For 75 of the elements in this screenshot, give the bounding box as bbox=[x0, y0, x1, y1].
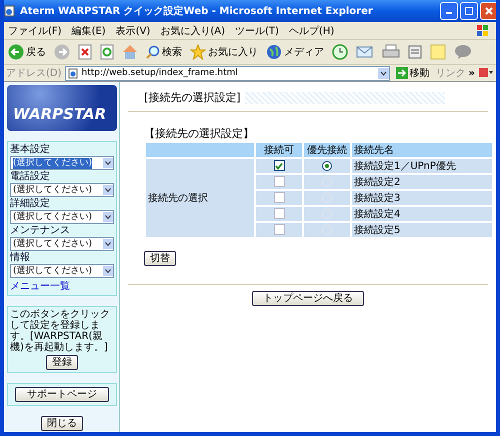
table-cell: 接続設定4 bbox=[352, 207, 492, 221]
table-cell: 接続設定1／UPnP優先 bbox=[352, 159, 492, 173]
close-window-button[interactable]: 閉じる bbox=[41, 416, 83, 431]
close-icon bbox=[485, 7, 493, 15]
page-icon bbox=[68, 68, 79, 78]
note-icon[interactable] bbox=[430, 44, 446, 60]
section-label: 情報 bbox=[10, 252, 31, 264]
select-dropdown[interactable]: (選択してください) bbox=[10, 156, 114, 170]
speech-bubble-icon[interactable] bbox=[454, 44, 472, 60]
search-button[interactable]: 検索 bbox=[146, 45, 182, 59]
minimize-button[interactable] bbox=[440, 2, 458, 20]
column-header: 優先接続 bbox=[304, 143, 350, 157]
menu-item[interactable]: 表示(V) bbox=[116, 24, 150, 38]
history-icon[interactable] bbox=[332, 44, 348, 60]
dropdown-icon[interactable] bbox=[378, 68, 389, 78]
switch-button[interactable]: 切替 bbox=[144, 251, 176, 266]
address-label: アドレス(D) bbox=[6, 67, 62, 80]
more-chevron[interactable]: » bbox=[468, 68, 475, 78]
maximize-icon bbox=[465, 7, 473, 15]
home-icon[interactable] bbox=[122, 44, 138, 60]
window-title: Aterm WARPSTAR クイック設定Web - Microsoft Internet Explorer bbox=[20, 4, 374, 18]
table-cell: 接続設定3 bbox=[352, 191, 492, 205]
logo-text: WARPSTAR bbox=[13, 105, 106, 123]
check-icon bbox=[275, 162, 283, 170]
select-dropdown[interactable]: (選択してください) bbox=[10, 183, 114, 197]
select-dropdown[interactable]: (選択してください) bbox=[10, 210, 114, 224]
select-dropdown[interactable]: (選択してください) bbox=[10, 264, 114, 278]
section-label: 電話設定 bbox=[10, 171, 51, 183]
address-field[interactable]: http://web.setup/index_frame.html bbox=[64, 66, 390, 80]
dropdown-icon bbox=[103, 185, 113, 195]
menu-item[interactable]: お気に入り(A) bbox=[160, 24, 225, 38]
register-button[interactable]: 登録 bbox=[46, 355, 78, 370]
close-button[interactable] bbox=[480, 2, 496, 20]
search-icon bbox=[146, 45, 160, 59]
media-button[interactable]: メディア bbox=[266, 44, 324, 60]
section-label: メンテナンス bbox=[10, 225, 71, 237]
checkbox[interactable] bbox=[274, 160, 284, 172]
printer-icon[interactable] bbox=[382, 44, 400, 60]
menu-item[interactable]: ツール(T) bbox=[235, 24, 279, 38]
toolbar-icon[interactable] bbox=[478, 67, 494, 79]
stop-icon[interactable] bbox=[78, 44, 92, 60]
support-page-button[interactable]: サポートページ bbox=[15, 387, 109, 402]
refresh-icon[interactable] bbox=[100, 44, 114, 60]
table-cell: 接続設定2 bbox=[352, 175, 492, 189]
radio-button[interactable] bbox=[322, 160, 332, 171]
column-header: 接続可 bbox=[256, 143, 302, 157]
section-label: 基本設定 bbox=[10, 144, 51, 156]
right-arrow-icon bbox=[396, 67, 408, 79]
favorites-button[interactable]: お気に入り bbox=[190, 44, 258, 60]
register-note: このボタンをクリックして設定を登録します。[WARPSTAR(親機)を再起動します。] bbox=[10, 309, 111, 353]
dropdown-icon bbox=[103, 158, 113, 168]
mail-icon[interactable] bbox=[356, 44, 374, 60]
maximize-button[interactable] bbox=[460, 2, 478, 20]
menu-item[interactable]: 編集(E) bbox=[72, 24, 106, 38]
back-to-top-button[interactable]: トップページへ戻る bbox=[252, 291, 364, 306]
back-button[interactable]: 戻る bbox=[8, 44, 46, 60]
go-button[interactable]: 移動 bbox=[392, 66, 433, 80]
row-header: 接続先の選択 bbox=[146, 159, 254, 237]
column-header: 接続先名 bbox=[352, 143, 492, 157]
menu-item[interactable]: ヘルプ(H) bbox=[288, 24, 334, 38]
menu-list-link[interactable]: メニュー一覧 bbox=[10, 279, 114, 293]
dropdown-icon bbox=[103, 239, 113, 249]
document-icon[interactable] bbox=[408, 44, 422, 60]
windows-logo-icon bbox=[476, 24, 490, 38]
dropdown-icon bbox=[103, 212, 113, 222]
page-title: [接続先の選択設定] bbox=[144, 90, 241, 105]
table-cell: 接続設定5 bbox=[352, 223, 492, 237]
page-icon bbox=[4, 5, 16, 17]
globe-icon bbox=[266, 44, 282, 60]
section-title: 【接続先の選択設定】 bbox=[144, 126, 254, 141]
dropdown-icon bbox=[103, 266, 113, 276]
section-label: 詳細設定 bbox=[10, 198, 51, 210]
menu-item[interactable]: ファイル(F) bbox=[8, 24, 62, 38]
select-dropdown[interactable]: (選択してください) bbox=[10, 237, 114, 251]
star-icon bbox=[190, 44, 206, 60]
